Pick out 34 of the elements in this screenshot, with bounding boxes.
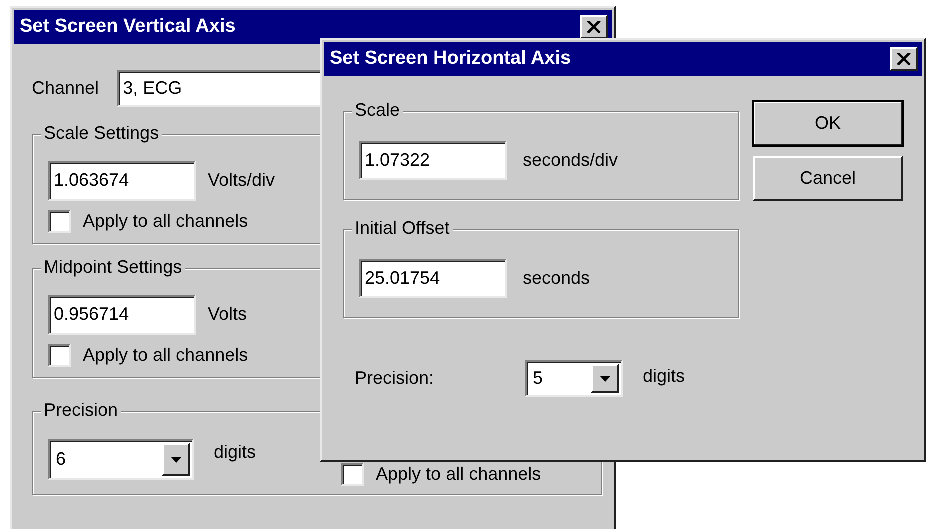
dialog-button[interactable]: OK (753, 101, 903, 146)
dropdown[interactable]: 5 (525, 360, 623, 397)
input-field[interactable]: 0.956714 (48, 295, 196, 335)
unit-label: digits (214, 442, 256, 464)
caret-icon (600, 376, 610, 382)
unit-label: digits (643, 366, 686, 388)
unit-label: Volts/div (208, 170, 276, 192)
field-label: Channel (32, 78, 100, 100)
checkbox[interactable] (48, 344, 71, 367)
unit-label: seconds (523, 268, 590, 290)
caret-icon (170, 456, 182, 462)
group-label: Scale Settings (41, 123, 162, 145)
unit-label: seconds/div (523, 150, 618, 172)
dropdown-button[interactable] (162, 443, 190, 476)
close-icon (897, 53, 911, 65)
field-label: Precision: (355, 368, 436, 390)
dropdown-button[interactable] (591, 364, 619, 393)
close-button[interactable] (890, 47, 918, 71)
checkbox-label[interactable]: Apply to all channels (83, 210, 248, 232)
input-field[interactable]: 25.01754 (359, 259, 507, 298)
window-title: Set Screen Vertical Axis (20, 16, 236, 38)
checkbox-label[interactable]: Apply to all channels (376, 464, 542, 486)
close-icon (587, 21, 601, 33)
checkbox[interactable] (48, 210, 71, 233)
input-field[interactable]: 1.07322 (359, 141, 507, 180)
close-button[interactable] (580, 15, 608, 39)
group-label: Midpoint Settings (41, 257, 186, 279)
unit-label: Volts (208, 304, 248, 326)
dropdown[interactable]: 6 (48, 439, 194, 480)
input-field[interactable]: 1.063674 (48, 161, 196, 201)
dialog-button[interactable]: Cancel (753, 156, 903, 201)
checkbox[interactable] (341, 463, 364, 486)
window-title: Set Screen Horizontal Axis (330, 48, 572, 70)
checkbox-label[interactable]: Apply to all channels (83, 344, 248, 366)
